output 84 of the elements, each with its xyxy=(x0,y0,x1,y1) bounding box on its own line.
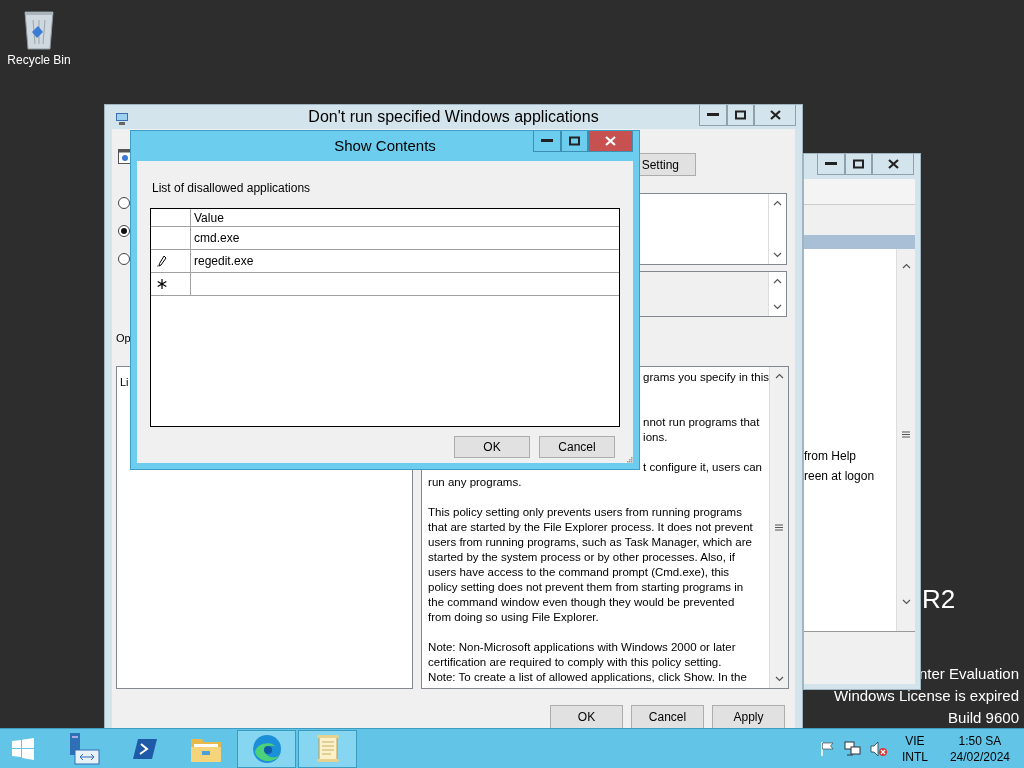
computer-icon xyxy=(115,112,129,126)
values-grid[interactable]: Value cmd.exe regedit.exe xyxy=(150,208,620,427)
help-text: that are started by the File Explorer process. It does not prevent xyxy=(428,521,753,533)
help-text: started by the system process or by other processes. Also, if xyxy=(428,551,735,563)
scroll-up-icon xyxy=(774,373,784,379)
flag-icon[interactable] xyxy=(819,740,836,757)
taskbar-button[interactable] xyxy=(298,729,357,768)
help-text: t configure it, users can xyxy=(643,461,762,473)
maximize-icon xyxy=(735,110,746,120)
help-text: users have access to the command prompt (Cmd.exe), this xyxy=(428,566,730,578)
scroll-down-icon xyxy=(773,252,783,258)
list-item[interactable]: reen at logon xyxy=(804,469,896,484)
scroll-up-icon xyxy=(773,278,783,284)
close-icon xyxy=(887,159,899,169)
help-text: the command window even though they would be prevented xyxy=(428,596,735,608)
license-text: Windows License is expired xyxy=(833,686,1019,706)
radio-button[interactable] xyxy=(118,197,130,209)
help-text: run any programs. xyxy=(428,476,522,488)
help-text: policy setting does not prevent them from starting programs in xyxy=(428,581,744,593)
maximize-button[interactable] xyxy=(845,154,872,175)
windows-logo-icon xyxy=(11,736,35,761)
scroll-down-icon xyxy=(774,676,784,682)
table-cell[interactable]: regedit.exe xyxy=(191,250,619,272)
help-text: nnot run programs that xyxy=(643,416,760,428)
minimize-icon xyxy=(541,139,553,143)
minimize-button[interactable] xyxy=(817,154,845,175)
minimize-icon xyxy=(825,162,837,166)
maximize-button[interactable] xyxy=(561,131,588,152)
network-icon[interactable] xyxy=(843,740,862,757)
scroll-document-icon xyxy=(314,733,341,764)
license-text: Build 9600 xyxy=(948,708,1019,728)
dialog-button[interactable]: Apply xyxy=(712,705,785,729)
time-text: 1:50 SA xyxy=(958,732,1002,749)
table-cell[interactable]: cmd.exe xyxy=(191,227,619,249)
column-header[interactable]: Value xyxy=(191,209,619,226)
terminal-icon xyxy=(131,737,158,760)
clock[interactable]: 1:50 SA 24/02/2024 xyxy=(949,732,1010,765)
scroll-up-icon xyxy=(773,200,783,206)
minimize-button[interactable] xyxy=(533,131,561,152)
close-icon xyxy=(769,110,781,120)
scroll-grip-icon xyxy=(902,430,910,438)
dialog-button[interactable]: OK xyxy=(550,705,623,729)
scroll-down-icon xyxy=(773,304,783,310)
close-icon xyxy=(605,136,616,146)
options-text: Li xyxy=(120,376,129,388)
help-text: Note: To create a list of allowed applications, click Show. In the xyxy=(428,671,747,683)
language-indicator[interactable]: VIE INTL xyxy=(901,732,928,765)
help-text: Note: Non-Microsoft applications with Windows 2000 or later xyxy=(428,641,736,653)
maximize-icon xyxy=(853,159,864,169)
maximize-button[interactable] xyxy=(727,105,754,126)
close-button[interactable] xyxy=(754,105,796,126)
maximize-icon xyxy=(569,136,580,146)
dialog-button[interactable]: Cancel xyxy=(631,705,704,729)
window-title: Don't run specified Windows applications xyxy=(308,108,599,126)
resize-grip-icon[interactable] xyxy=(626,456,633,463)
asterisk-icon xyxy=(157,279,167,289)
help-text: users from running programs, such as Task Manager, which are xyxy=(428,536,752,548)
minimize-icon xyxy=(707,113,719,117)
help-text: grams you specify in this xyxy=(643,371,769,383)
list-item[interactable]: from Help xyxy=(804,449,896,464)
help-text: from doing so using File Explorer. xyxy=(428,611,599,623)
speaker-muted-icon[interactable] xyxy=(869,740,888,757)
language-text: VIE xyxy=(905,732,925,749)
radio-button[interactable] xyxy=(118,225,130,237)
dialog-title: Show Contents xyxy=(334,137,436,154)
help-text: certification are required to comply with this policy setting. xyxy=(428,656,722,668)
close-button[interactable] xyxy=(872,154,914,175)
list-label: List of disallowed applications xyxy=(152,181,312,195)
browser-icon xyxy=(251,733,282,764)
scroll-grip-icon xyxy=(775,524,783,531)
options-label: Op xyxy=(116,331,132,345)
dialog-button[interactable]: OK xyxy=(454,436,530,458)
layout-text: INTL xyxy=(901,748,928,765)
help-text: This policy setting only prevents users from running programs xyxy=(428,506,742,518)
edition-text: R2 xyxy=(922,584,956,615)
scroll-down-icon xyxy=(901,599,911,605)
recycle-bin-label: Recycle Bin xyxy=(7,53,71,67)
minimize-button[interactable] xyxy=(699,105,727,126)
help-text: ions. xyxy=(643,431,668,443)
scroll-up-icon xyxy=(901,263,911,269)
dialog-button[interactable]: Cancel xyxy=(539,436,615,458)
taskbar-button[interactable] xyxy=(237,729,296,768)
date-text: 24/02/2024 xyxy=(949,748,1010,765)
radio-button[interactable] xyxy=(118,253,130,265)
